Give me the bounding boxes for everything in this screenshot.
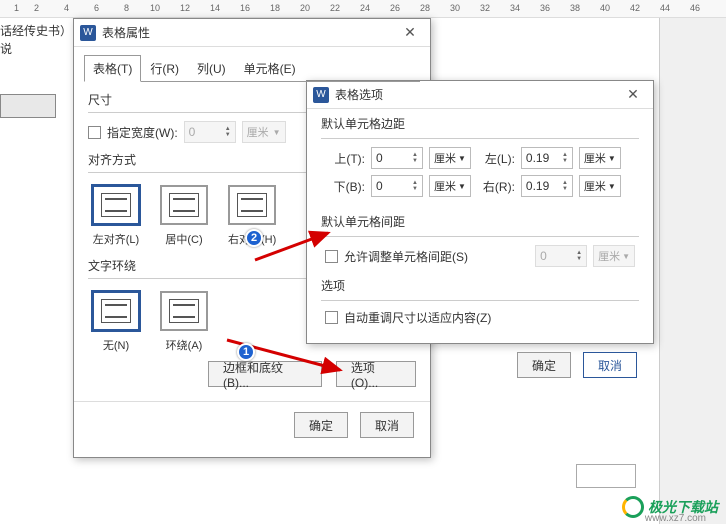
wrap-none-label: 无(N)	[92, 337, 140, 353]
app-icon: W	[80, 25, 96, 41]
document-table-fragment	[0, 94, 56, 118]
options-group: 选项 自动重调尺寸以适应内容(Z)	[321, 277, 639, 330]
allow-spacing-checkbox[interactable]	[325, 250, 338, 263]
align-left-label: 左对齐(L)	[92, 231, 140, 247]
wrap-around-option[interactable]	[160, 291, 208, 331]
dialog2-title: 表格选项	[335, 86, 619, 103]
dialog2-titlebar[interactable]: W 表格选项 ✕	[307, 81, 653, 109]
margin-top-label: 上(T):	[325, 150, 365, 167]
dialog2-ok-button[interactable]: 确定	[517, 352, 571, 378]
dialog1-button-row: 确定 取消	[74, 402, 430, 448]
margin-left-unit[interactable]: 厘米▼	[579, 147, 621, 169]
margin-top-input[interactable]: 0▲▼	[371, 147, 423, 169]
cell-margins-group: 默认单元格边距 上(T): 0▲▼ 厘米▼ 左(L): 0.19▲▼ 厘米▼ 下…	[321, 115, 639, 207]
margin-left-label: 左(L):	[477, 150, 515, 167]
tab-table[interactable]: 表格(T)	[84, 55, 141, 82]
cell-spacing-group: 默认单元格间距 允许调整单元格间距(S) 0▲▼ 厘米▼	[321, 213, 639, 271]
dialog1-ok-button[interactable]: 确定	[294, 412, 348, 438]
spec-width-checkbox[interactable]	[88, 126, 101, 139]
spec-width-label: 指定宽度(W):	[107, 124, 178, 141]
close-icon[interactable]: ✕	[619, 85, 647, 105]
dialog2-button-row: 确定 取消	[307, 342, 653, 388]
auto-resize-label: 自动重调尺寸以适应内容(Z)	[344, 309, 491, 326]
cell-spacing-label: 默认单元格间距	[321, 213, 639, 232]
tab-cell[interactable]: 单元格(E)	[235, 55, 305, 82]
margin-right-input[interactable]: 0.19▲▼	[521, 175, 573, 197]
margin-left-input[interactable]: 0.19▲▼	[521, 147, 573, 169]
close-icon[interactable]: ✕	[396, 23, 424, 43]
width-input: 0 ▲▼	[184, 121, 236, 143]
align-right-option[interactable]	[228, 185, 276, 225]
annotation-badge-2: 2	[245, 229, 263, 247]
align-center-label: 居中(C)	[160, 231, 208, 247]
align-center-option[interactable]	[160, 185, 208, 225]
watermark: 极光下载站 www.xz7.com	[622, 496, 718, 518]
wrap-none-option[interactable]	[92, 291, 140, 331]
horizontal-ruler: 12468 1012141618 2022242628 3032343638 4…	[0, 0, 726, 18]
document-text: 话经传史书） 说	[0, 22, 72, 58]
align-left-option[interactable]	[92, 185, 140, 225]
dialog1-titlebar[interactable]: W 表格属性 ✕	[74, 19, 430, 47]
tab-row[interactable]: 行(R)	[141, 55, 188, 82]
auto-resize-checkbox[interactable]	[325, 311, 338, 324]
border-shading-button[interactable]: 边框和底纹(B)...	[208, 361, 322, 387]
watermark-url: www.xz7.com	[645, 513, 706, 524]
spacing-input: 0▲▼	[535, 245, 587, 267]
margin-right-unit[interactable]: 厘米▼	[579, 175, 621, 197]
dialog1-tabstrip: 表格(T) 行(R) 列(U) 单元格(E)	[74, 47, 430, 82]
app-icon: W	[313, 87, 329, 103]
allow-spacing-label: 允许调整单元格间距(S)	[344, 248, 529, 265]
doc-line-1: 话经传史书）	[0, 22, 72, 40]
doc-line-2: 说	[0, 40, 72, 58]
margin-top-unit[interactable]: 厘米▼	[429, 147, 471, 169]
spacing-unit: 厘米▼	[593, 245, 635, 267]
dialog1-title: 表格属性	[102, 24, 396, 41]
watermark-logo-icon	[622, 496, 644, 518]
cell-margins-label: 默认单元格边距	[321, 115, 639, 134]
tab-column[interactable]: 列(U)	[188, 55, 235, 82]
table-options-dialog: W 表格选项 ✕ 默认单元格边距 上(T): 0▲▼ 厘米▼ 左(L): 0.1…	[306, 80, 654, 344]
annotation-badge-1: 1	[237, 343, 255, 361]
width-unit-select: 厘米▼	[242, 121, 286, 143]
wrap-around-label: 环绕(A)	[160, 337, 208, 353]
margin-bottom-label: 下(B):	[325, 178, 365, 195]
document-small-box	[576, 464, 636, 488]
margin-bottom-unit[interactable]: 厘米▼	[429, 175, 471, 197]
margin-right-label: 右(R):	[477, 178, 515, 195]
options-group-label: 选项	[321, 277, 639, 296]
margin-bottom-input[interactable]: 0▲▼	[371, 175, 423, 197]
dialog1-cancel-button[interactable]: 取消	[360, 412, 414, 438]
dialog2-cancel-button[interactable]: 取消	[583, 352, 637, 378]
